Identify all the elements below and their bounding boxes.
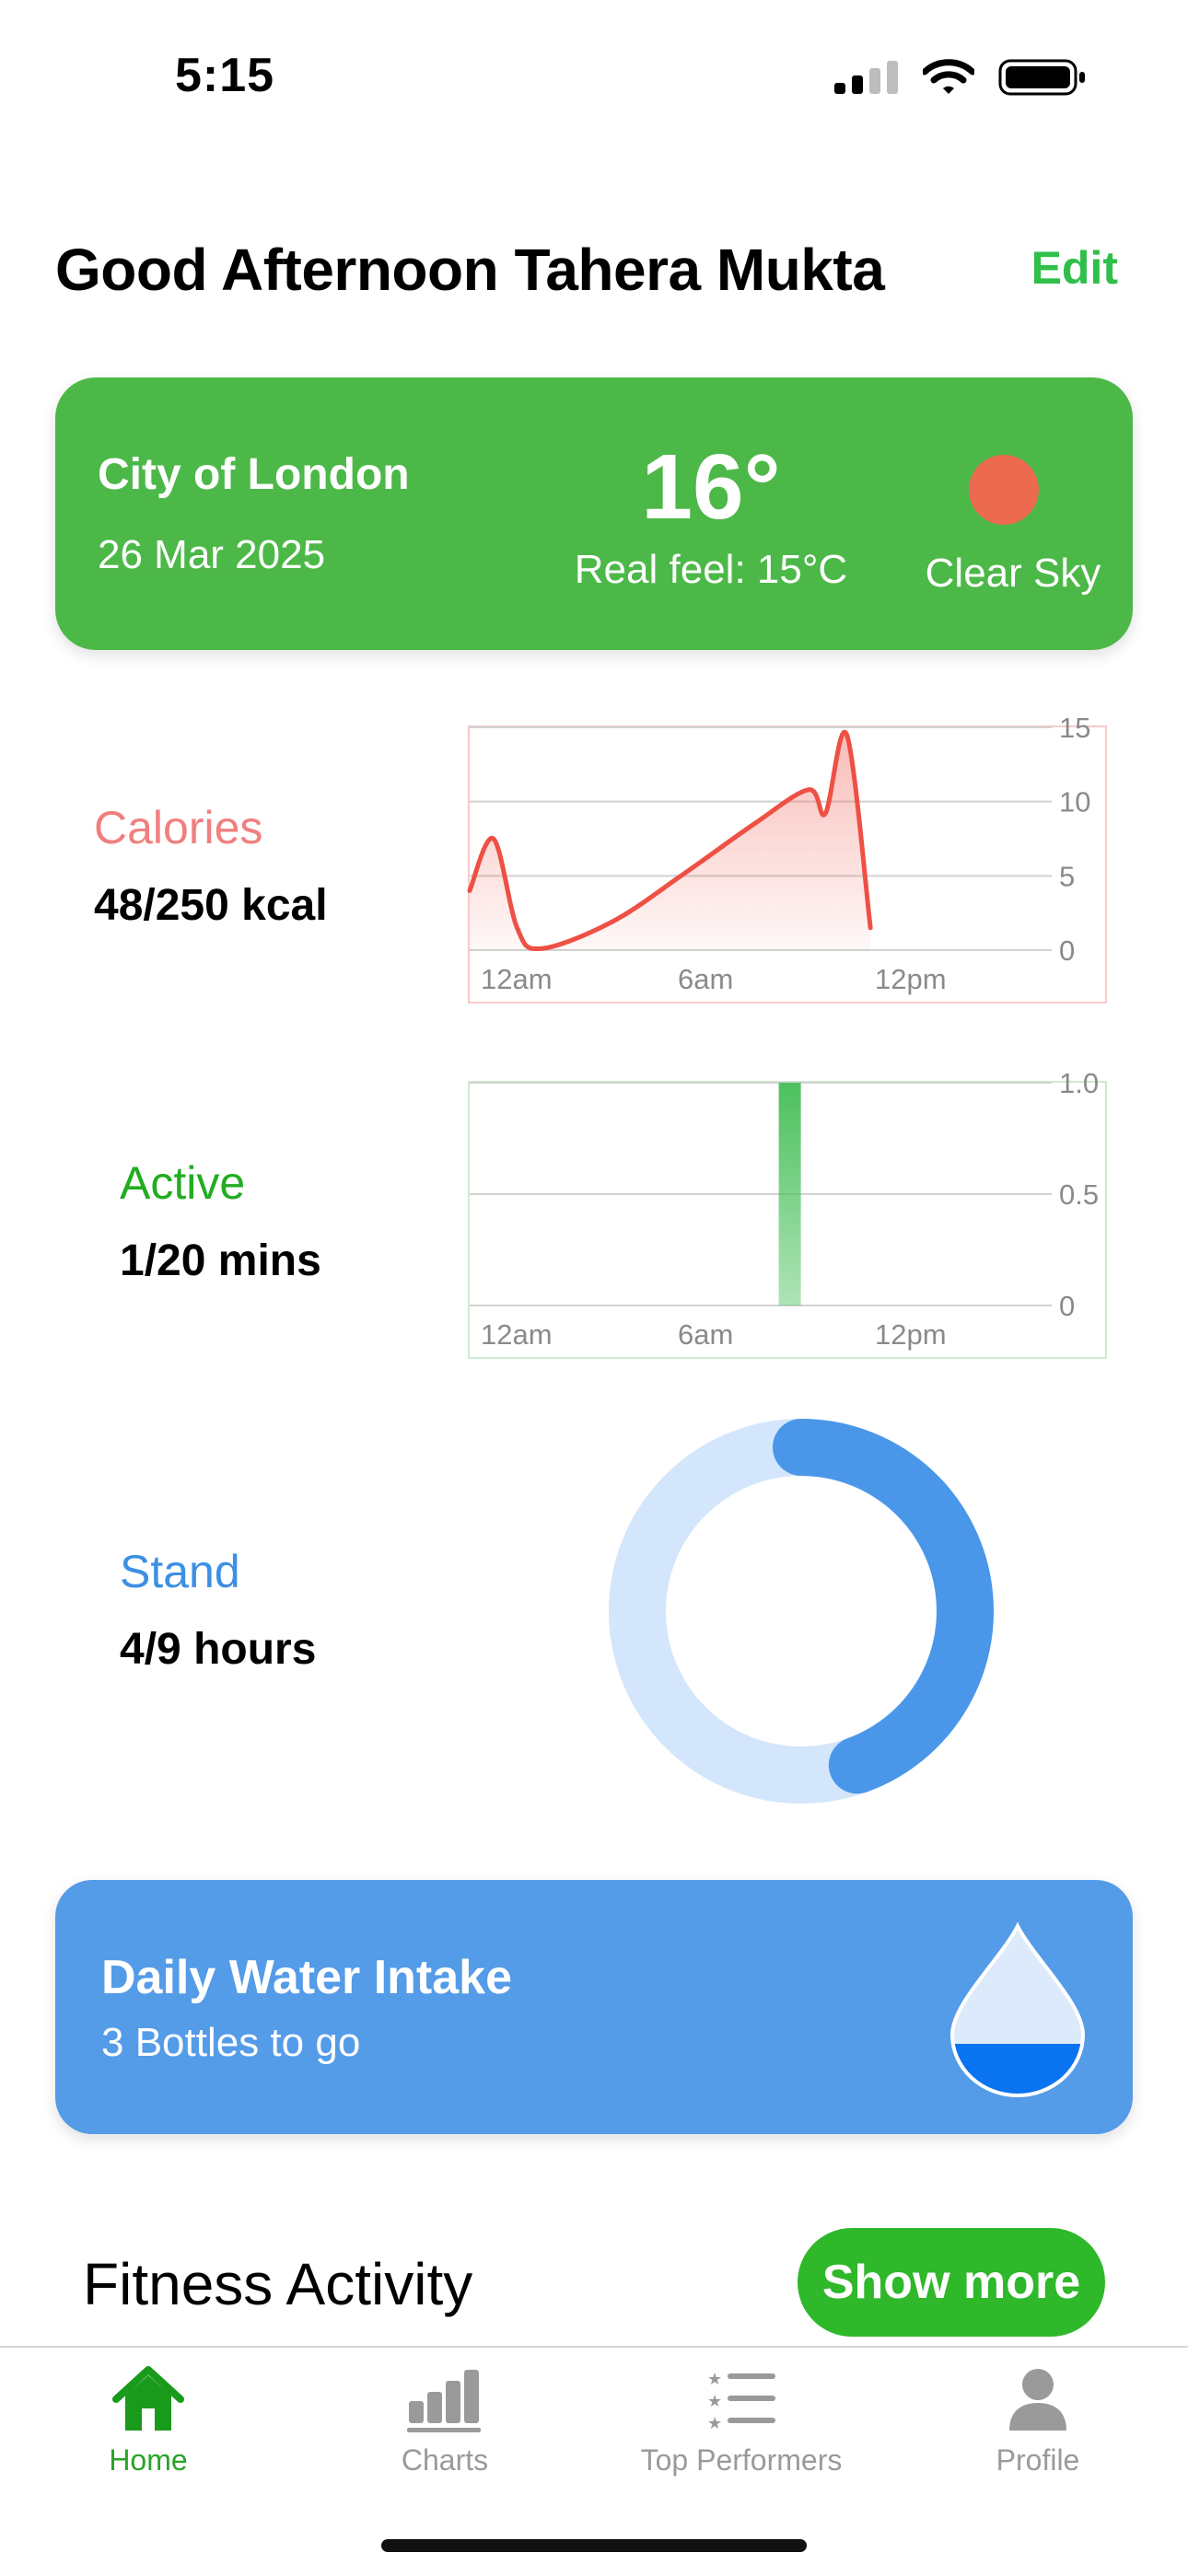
weather-card[interactable]: City of London 26 Mar 2025 16° Real feel… xyxy=(55,377,1133,650)
status-icons xyxy=(834,57,1087,98)
sun-icon xyxy=(969,455,1039,525)
home-indicator xyxy=(381,2539,807,2552)
svg-text:★: ★ xyxy=(707,2414,722,2433)
home-icon xyxy=(112,2366,184,2431)
status-time: 5:15 xyxy=(175,49,275,102)
y-tick-label: 5 xyxy=(1059,860,1075,892)
x-tick-label: 6am xyxy=(678,963,733,995)
y-tick-label: 0 xyxy=(1059,934,1075,967)
fitness-activity-title: Fitness Activity xyxy=(83,2251,473,2317)
water-drop-icon xyxy=(949,1921,1086,2097)
x-tick-label: 12pm xyxy=(875,963,947,995)
stand-label: Stand xyxy=(120,1546,240,1597)
stand-value: 4/9 hours xyxy=(120,1625,317,1674)
show-more-button[interactable]: Show more xyxy=(798,2228,1105,2337)
tab-home[interactable]: Home xyxy=(0,2364,297,2477)
calories-label: Calories xyxy=(94,802,263,853)
bar-chart-icon xyxy=(407,2370,481,2432)
active-bar xyxy=(778,1083,801,1305)
cellular-signal-icon xyxy=(834,61,898,94)
x-tick-label: 12pm xyxy=(875,1318,947,1351)
y-tick-label: 0 xyxy=(1059,1290,1075,1322)
tab-profile-label: Profile xyxy=(996,2443,1080,2477)
stand-ring-chart[interactable] xyxy=(589,1399,1013,1823)
y-tick-label: 1.0 xyxy=(1059,1067,1099,1099)
wifi-icon xyxy=(923,59,974,94)
tab-charts[interactable]: Charts xyxy=(297,2364,593,2477)
tab-top-performers-label: Top Performers xyxy=(640,2443,843,2477)
battery-icon xyxy=(998,59,1085,96)
weather-real-feel: Real feel: 15°C xyxy=(574,547,848,592)
svg-text:★: ★ xyxy=(707,2370,722,2389)
active-value: 1/20 mins xyxy=(120,1236,321,1285)
calories-chart-svg: 0 5 10 15 12am 6am 12pm xyxy=(467,712,1107,1004)
water-subtitle: 3 Bottles to go xyxy=(101,2020,361,2065)
calories-value: 48/250 kcal xyxy=(94,881,328,930)
person-icon xyxy=(1009,2369,1066,2431)
svg-text:★: ★ xyxy=(707,2392,722,2411)
stand-ring-svg xyxy=(609,1419,994,1804)
y-tick-label: 15 xyxy=(1059,712,1090,744)
y-tick-label: 10 xyxy=(1059,786,1090,818)
weather-city: City of London xyxy=(98,450,410,499)
x-tick-label: 12am xyxy=(481,963,553,995)
water-intake-card[interactable]: Daily Water Intake 3 Bottles to go xyxy=(55,1880,1133,2134)
x-tick-label: 12am xyxy=(481,1318,553,1351)
greeting-title: Good Afternoon Tahera Mukta xyxy=(55,237,885,303)
active-chart-svg: 0 0.5 1.0 12am 6am 12pm xyxy=(468,1067,1107,1359)
x-tick-label: 6am xyxy=(678,1318,733,1351)
water-title: Daily Water Intake xyxy=(101,1951,513,2004)
edit-button[interactable]: Edit xyxy=(1031,241,1118,295)
weather-temperature: 16° xyxy=(641,435,781,539)
stand-ring-progress xyxy=(773,1419,994,1794)
weather-condition: Clear Sky xyxy=(925,551,1101,596)
tab-top-performers[interactable]: ★ ★ ★ Top Performers xyxy=(593,2364,890,2477)
active-label: Active xyxy=(120,1157,246,1209)
tab-profile[interactable]: Profile xyxy=(890,2364,1186,2477)
calories-chart[interactable]: 0 5 10 15 12am 6am 12pm xyxy=(467,712,1107,1004)
active-chart[interactable]: 0 0.5 1.0 12am 6am 12pm xyxy=(468,1067,1107,1359)
list-icon: ★ ★ ★ xyxy=(707,2370,775,2433)
tab-home-label: Home xyxy=(109,2443,188,2477)
tab-charts-label: Charts xyxy=(401,2443,489,2477)
y-tick-label: 0.5 xyxy=(1059,1178,1099,1211)
weather-date: 26 Mar 2025 xyxy=(98,532,326,577)
